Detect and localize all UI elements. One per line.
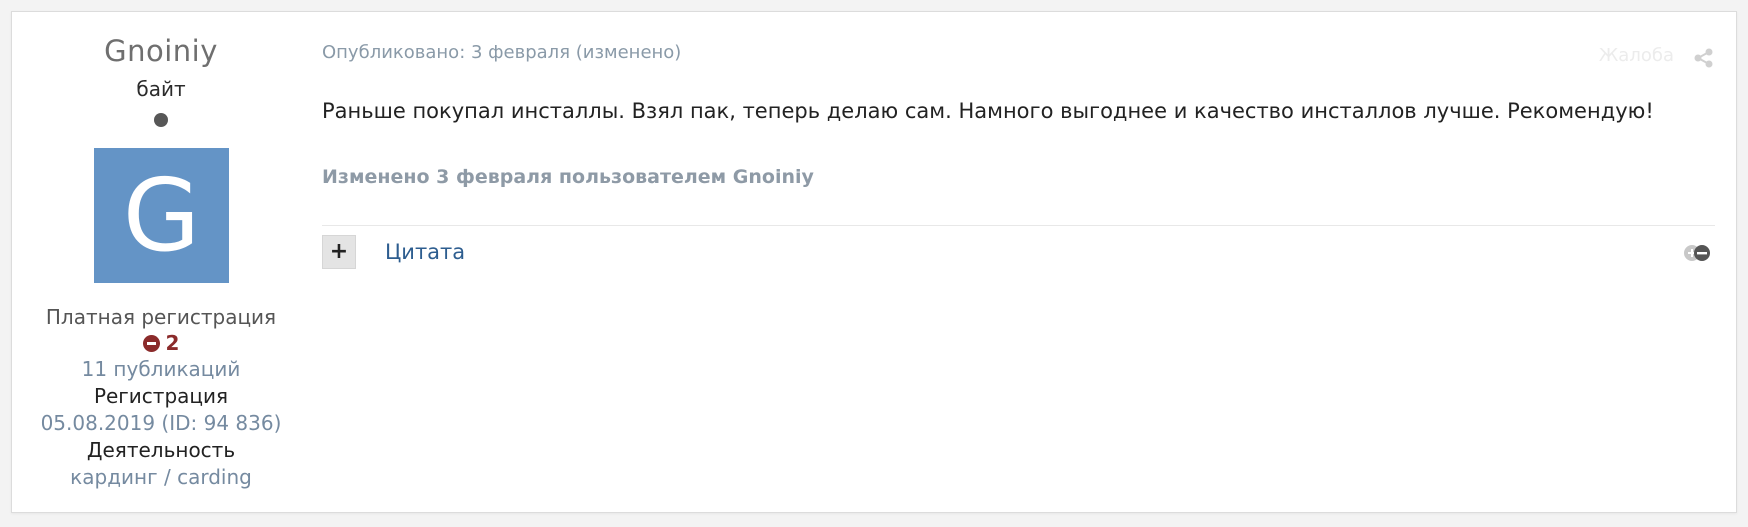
post-content: Опубликовано: 3 февраля (изменено) Жалоб… bbox=[310, 12, 1736, 512]
registration-value: 05.08.2019 (ID: 94 836) bbox=[40, 411, 282, 435]
online-status-icon bbox=[154, 113, 168, 127]
report-link[interactable]: Жалоба bbox=[1599, 45, 1674, 66]
divider bbox=[322, 225, 1715, 226]
minus-circle-icon bbox=[142, 334, 160, 352]
author-post-count[interactable]: 11 публикаций bbox=[12, 357, 310, 381]
forum-post: Gnoiniy байт G Платная регистрация 2 11 … bbox=[11, 11, 1737, 513]
reaction-icon[interactable] bbox=[1682, 243, 1714, 263]
post-body: Раньше покупал инсталлы. Взял пак, тепер… bbox=[322, 99, 1654, 123]
author-group: Платная регистрация bbox=[45, 305, 277, 329]
quote-button[interactable]: Цитата bbox=[385, 240, 465, 264]
edited-note: Изменено 3 февраля пользователем Gnoiniy bbox=[322, 166, 814, 188]
author-name[interactable]: Gnoiniy bbox=[12, 34, 310, 68]
post-published-date[interactable]: Опубликовано: 3 февраля (изменено) bbox=[322, 42, 681, 63]
author-panel: Gnoiniy байт G Платная регистрация 2 11 … bbox=[12, 12, 310, 512]
multiquote-button[interactable]: + bbox=[322, 235, 356, 269]
registration-label: Регистрация bbox=[93, 384, 229, 408]
reputation-value: 2 bbox=[165, 331, 180, 355]
avatar[interactable]: G bbox=[94, 148, 229, 283]
share-icon[interactable] bbox=[1693, 48, 1715, 68]
reputation-badge[interactable]: 2 bbox=[12, 331, 310, 355]
author-rank: байт bbox=[136, 77, 186, 101]
activity-value: кардинг / carding bbox=[70, 465, 252, 489]
activity-label: Деятельность bbox=[86, 438, 236, 462]
